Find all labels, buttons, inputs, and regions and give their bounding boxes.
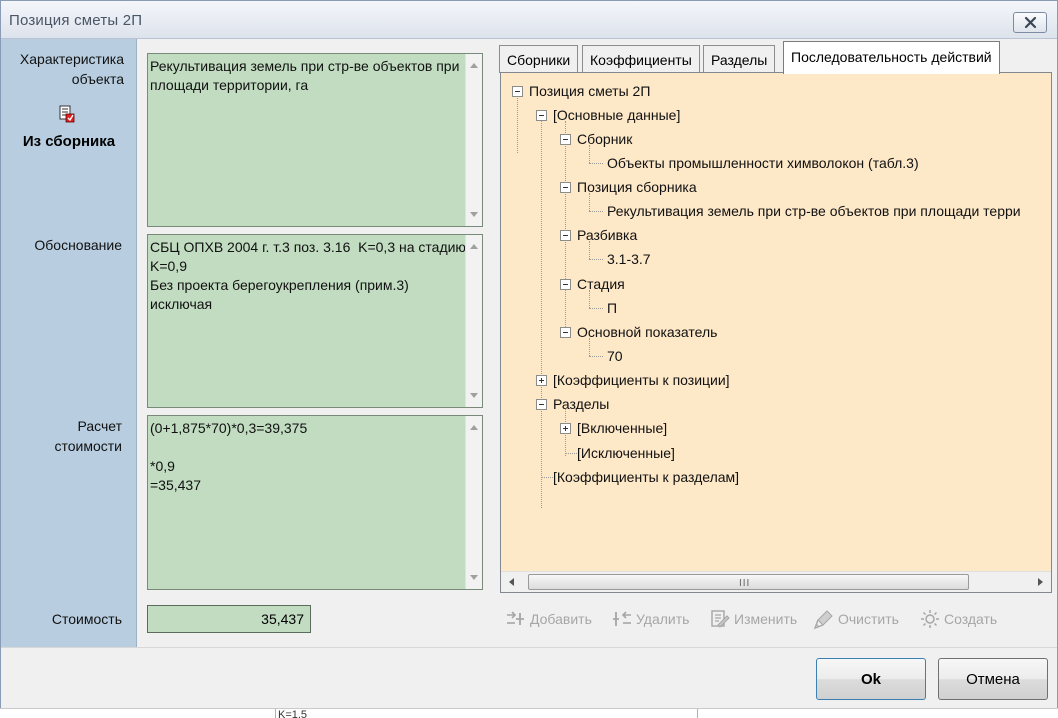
tree-node-breakdown[interactable]: Разбивка <box>577 226 637 244</box>
tree-node-main-indicator[interactable]: Основной показатель <box>577 323 717 341</box>
close-icon <box>1024 16 1036 29</box>
collapse-sections-icon[interactable] <box>536 399 547 410</box>
justification-scrollbar[interactable] <box>465 235 482 407</box>
delete-icon <box>613 611 631 626</box>
calculation-text: (0+1,875*70)*0,3=39,375 *0,9 =35,437 <box>150 420 308 493</box>
add-label: Добавить <box>530 611 592 627</box>
tab-action-sequence[interactable]: Последовательность действий <box>783 41 1000 74</box>
tree-node-stage-value[interactable]: П <box>607 299 617 317</box>
collapse-breakdown-icon[interactable] <box>560 230 571 241</box>
tree-node-collection[interactable]: Сборник <box>577 130 632 148</box>
tree-node-section-coefficients[interactable]: [Коэффициенты к разделам] <box>553 468 739 486</box>
collapse-collection-icon[interactable] <box>560 134 571 145</box>
add-button[interactable]: Добавить <box>505 605 592 633</box>
characteristic-scrollbar[interactable] <box>465 54 482 226</box>
tree-node-root[interactable]: Позиция сметы 2П <box>529 82 650 100</box>
scrollbar-thumb[interactable]: III <box>528 574 969 590</box>
collapse-main-indicator-icon[interactable] <box>560 327 571 338</box>
window-title: Позиция сметы 2П <box>9 12 143 29</box>
source-label: Из сборника <box>22 133 116 150</box>
calculation-label: Расчет стоимости <box>54 418 122 454</box>
tree-node-breakdown-value[interactable]: 3.1-3.7 <box>607 250 651 268</box>
dialog-window: Позиция сметы 2П Характеристика объекта … <box>0 0 1058 709</box>
tab-collections[interactable]: Сборники <box>499 45 579 73</box>
scroll-left-icon[interactable] <box>509 578 514 586</box>
clear-button[interactable]: Очистить <box>813 605 899 633</box>
ok-button[interactable]: Ok <box>816 658 926 700</box>
scroll-down-icon[interactable] <box>470 393 478 398</box>
tree-node-collection-position-value[interactable]: Рекультивация земель при стр-ве объектов… <box>607 202 1021 220</box>
cost-value: 35,437 <box>147 605 311 633</box>
close-button[interactable] <box>1013 12 1047 33</box>
calculation-scrollbar[interactable] <box>465 416 482 589</box>
cost-label: Стоимость <box>51 611 122 627</box>
characteristic-field[interactable]: Рекультивация земель при стр-ве объектов… <box>147 53 483 227</box>
labels-panel: Характеристика объекта Из сборника Обосн… <box>1 39 137 647</box>
tree-node-stage[interactable]: Стадия <box>577 275 625 293</box>
delete-button[interactable]: Удалить <box>611 605 689 633</box>
tab-coefficients[interactable]: Коэффициенты <box>582 45 700 73</box>
title-bar[interactable]: Позиция сметы 2П <box>1 1 1057 39</box>
create-label: Создать <box>944 611 998 627</box>
scroll-down-icon[interactable] <box>470 575 478 580</box>
justification-text: СБЦ ОПХВ 2004 г. т.3 поз. 3.16 K=0,3 на … <box>150 239 466 312</box>
add-icon <box>507 611 524 625</box>
action-tree-panel: Позиция сметы 2П [Основные данные] Сборн… <box>500 72 1052 593</box>
tree-node-main-data[interactable]: [Основные данные] <box>553 106 680 124</box>
tree-horizontal-scrollbar[interactable]: III <box>501 571 1051 592</box>
clear-icon <box>813 610 833 630</box>
calculation-field[interactable]: (0+1,875*70)*0,3=39,375 *0,9 =35,437 <box>147 415 483 590</box>
edit-button[interactable]: Изменить <box>709 605 797 633</box>
tree-node-main-indicator-value[interactable]: 70 <box>607 347 623 365</box>
create-icon <box>921 610 939 628</box>
scroll-up-icon[interactable] <box>470 63 478 68</box>
scroll-down-icon[interactable] <box>470 212 478 217</box>
tree-node-excluded[interactable]: [Исключенные] <box>577 444 675 462</box>
action-tree[interactable]: Позиция сметы 2П [Основные данные] Сборн… <box>501 73 1051 571</box>
scroll-right-icon[interactable] <box>1038 578 1043 586</box>
expand-included-icon[interactable] <box>560 423 571 434</box>
characteristic-text: Рекультивация земель при стр-ве объектов… <box>150 58 464 93</box>
justification-label: Обоснование <box>34 237 122 253</box>
collapse-stage-icon[interactable] <box>560 279 571 290</box>
tree-node-collection-value[interactable]: Объекты промышленности химволокон (табл.… <box>607 154 919 172</box>
expand-position-coefficients-icon[interactable] <box>536 375 547 386</box>
cancel-button[interactable]: Отмена <box>938 658 1048 700</box>
scroll-up-icon[interactable] <box>470 425 478 430</box>
clear-label: Очистить <box>838 611 899 627</box>
justification-field[interactable]: СБЦ ОПХВ 2004 г. т.3 поз. 3.16 K=0,3 на … <box>147 234 483 408</box>
tree-node-collection-position[interactable]: Позиция сборника <box>577 178 697 196</box>
scrollbar-grip: III <box>739 578 751 589</box>
background-text: K=1,5 <box>278 709 308 718</box>
collection-document-icon <box>59 105 75 123</box>
characteristic-label: Характеристика объекта <box>19 51 124 87</box>
create-button[interactable]: Создать <box>919 605 997 633</box>
tree-node-position-coefficients[interactable]: [Коэффициенты к позиции] <box>553 371 730 389</box>
edit-icon <box>711 610 730 628</box>
tree-node-included[interactable]: [Включенные] <box>577 419 667 437</box>
tree-node-sections[interactable]: Разделы <box>553 395 609 413</box>
dialog-button-bar: Ok Отмена <box>1 647 1057 709</box>
tab-sections[interactable]: Разделы <box>703 45 776 73</box>
delete-label: Удалить <box>636 611 690 627</box>
collapse-collection-position-icon[interactable] <box>560 182 571 193</box>
collapse-root-icon[interactable] <box>512 86 523 97</box>
edit-label: Изменить <box>734 611 798 627</box>
scroll-up-icon[interactable] <box>470 244 478 249</box>
background-window-strip: K=1,5 <box>0 708 1058 718</box>
collapse-main-data-icon[interactable] <box>536 110 547 121</box>
